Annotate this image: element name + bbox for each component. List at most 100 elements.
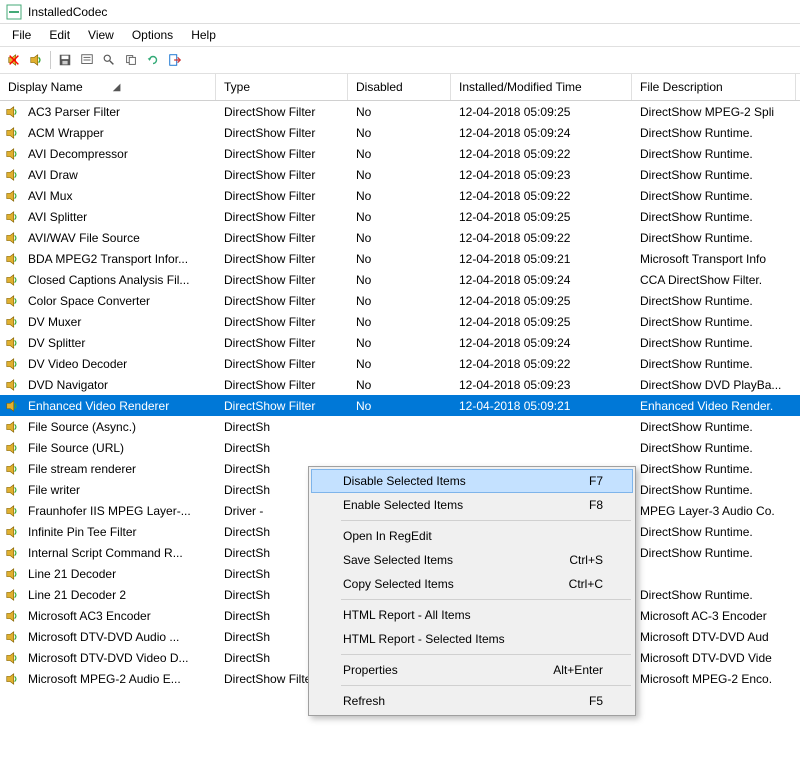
header-time[interactable]: Installed/Modified Time (451, 74, 632, 100)
cell-disabled: No (352, 252, 455, 266)
context-menu-item[interactable]: PropertiesAlt+Enter (311, 658, 633, 682)
cell-desc: DirectShow Runtime. (636, 210, 800, 224)
context-menu-item[interactable]: Copy Selected ItemsCtrl+C (311, 572, 633, 596)
cell-desc: DirectShow Runtime. (636, 231, 800, 245)
cell-name: File Source (URL) (24, 441, 220, 455)
header-display-name[interactable]: Display Name◢ (0, 74, 216, 100)
properties-icon[interactable] (77, 50, 97, 70)
speaker-icon (4, 104, 20, 120)
context-menu-item[interactable]: Refresh F5 (311, 689, 633, 713)
table-row[interactable]: AVI DecompressorDirectShow FilterNo12-04… (0, 143, 800, 164)
enable-icon[interactable] (26, 50, 46, 70)
context-menu-item[interactable]: Open In RegEdit (311, 524, 633, 548)
cell-time: 12-04-2018 05:09:25 (455, 210, 636, 224)
context-menu-item[interactable]: Disable Selected ItemsF7 (311, 469, 633, 493)
table-row[interactable]: AC3 Parser FilterDirectShow FilterNo12-0… (0, 101, 800, 122)
menubar: File Edit View Options Help (0, 24, 800, 46)
cell-name: AVI Mux (24, 189, 220, 203)
cell-time: 12-04-2018 05:09:25 (455, 294, 636, 308)
table-row[interactable]: BDA MPEG2 Transport Infor...DirectShow F… (0, 248, 800, 269)
cell-desc: Microsoft MPEG-2 Enco. (636, 672, 800, 686)
cell-desc: DirectShow Runtime. (636, 126, 800, 140)
cell-desc: DirectShow Runtime. (636, 441, 800, 455)
table-row[interactable]: AVI/WAV File SourceDirectShow FilterNo12… (0, 227, 800, 248)
cell-desc: Microsoft DTV-DVD Vide (636, 651, 800, 665)
app-title: InstalledCodec (28, 5, 107, 19)
table-row[interactable]: AVI SplitterDirectShow FilterNo12-04-201… (0, 206, 800, 227)
cell-type: DirectShow Filter (220, 210, 352, 224)
cell-type: DirectShow Filter (220, 231, 352, 245)
speaker-icon (4, 293, 20, 309)
cell-type: DirectSh (220, 420, 352, 434)
table-row[interactable]: File Source (URL)DirectShDirectShow Runt… (0, 437, 800, 458)
cell-type: DirectShow Filter (220, 105, 352, 119)
table-row[interactable]: Closed Captions Analysis Fil...DirectSho… (0, 269, 800, 290)
header-type[interactable]: Type (216, 74, 348, 100)
context-menu-item[interactable]: HTML Report - Selected Items (311, 627, 633, 651)
menu-edit[interactable]: Edit (41, 26, 78, 44)
context-menu-separator (341, 520, 631, 521)
table-row[interactable]: Enhanced Video RendererDirectShow Filter… (0, 395, 800, 416)
cell-name: BDA MPEG2 Transport Infor... (24, 252, 220, 266)
cell-name: Microsoft DTV-DVD Video D... (24, 651, 220, 665)
cell-desc: Microsoft Transport Info (636, 252, 800, 266)
toolbar-separator (50, 51, 51, 69)
table-row[interactable]: AVI MuxDirectShow FilterNo12-04-2018 05:… (0, 185, 800, 206)
table-row[interactable]: ACM WrapperDirectShow FilterNo12-04-2018… (0, 122, 800, 143)
copy-icon[interactable] (121, 50, 141, 70)
context-menu-label: Refresh (343, 694, 385, 708)
table-row[interactable]: Color Space ConverterDirectShow FilterNo… (0, 290, 800, 311)
speaker-icon (4, 671, 20, 687)
menu-options[interactable]: Options (124, 26, 181, 44)
context-menu-item[interactable]: Enable Selected ItemsF8 (311, 493, 633, 517)
context-menu-item[interactable]: Save Selected ItemsCtrl+S (311, 548, 633, 572)
table-row[interactable]: DV MuxerDirectShow FilterNo12-04-2018 05… (0, 311, 800, 332)
speaker-icon (4, 398, 20, 414)
menu-help[interactable]: Help (183, 26, 224, 44)
speaker-icon (4, 167, 20, 183)
context-menu-label: HTML Report - Selected Items (343, 632, 505, 646)
cell-time: 12-04-2018 05:09:23 (455, 378, 636, 392)
context-menu-item[interactable]: HTML Report - All Items (311, 603, 633, 627)
cell-name: Microsoft DTV-DVD Audio ... (24, 630, 220, 644)
disable-icon[interactable] (4, 50, 24, 70)
refresh-icon[interactable] (143, 50, 163, 70)
table-row[interactable]: AVI DrawDirectShow FilterNo12-04-2018 05… (0, 164, 800, 185)
table-row[interactable]: DV SplitterDirectShow FilterNo12-04-2018… (0, 332, 800, 353)
menu-file[interactable]: File (4, 26, 39, 44)
cell-desc: Microsoft AC-3 Encoder (636, 609, 800, 623)
cell-type: DirectShow Filter (220, 378, 352, 392)
cell-desc: DirectShow Runtime. (636, 147, 800, 161)
sort-arrow-icon: ◢ (113, 82, 121, 93)
speaker-icon (4, 272, 20, 288)
cell-desc: DirectShow Runtime. (636, 189, 800, 203)
table-row[interactable]: File Source (Async.)DirectShDirectShow R… (0, 416, 800, 437)
cell-name: Microsoft AC3 Encoder (24, 609, 220, 623)
cell-time: 12-04-2018 05:09:22 (455, 357, 636, 371)
cell-name: AVI/WAV File Source (24, 231, 220, 245)
cell-type: DirectShow Filter (220, 357, 352, 371)
cell-desc: DirectShow Runtime. (636, 315, 800, 329)
menu-view[interactable]: View (80, 26, 122, 44)
speaker-icon (4, 188, 20, 204)
cell-type: DirectShow Filter (220, 147, 352, 161)
speaker-icon (4, 251, 20, 267)
context-menu-shortcut: F5 (589, 694, 603, 708)
exit-icon[interactable] (165, 50, 185, 70)
header-disabled[interactable]: Disabled (348, 74, 451, 100)
context-menu-label: Enable Selected Items (343, 498, 463, 512)
header-description[interactable]: File Description (632, 74, 796, 100)
speaker-icon (4, 461, 20, 477)
find-icon[interactable] (99, 50, 119, 70)
save-icon[interactable] (55, 50, 75, 70)
speaker-icon (4, 146, 20, 162)
context-menu-label: Disable Selected Items (343, 474, 466, 488)
table-row[interactable]: DV Video DecoderDirectShow FilterNo12-04… (0, 353, 800, 374)
speaker-icon (4, 314, 20, 330)
cell-type: DirectShow Filter (220, 189, 352, 203)
toolbar (0, 46, 800, 74)
table-row[interactable]: DVD NavigatorDirectShow FilterNo12-04-20… (0, 374, 800, 395)
app-icon (6, 4, 22, 20)
cell-desc: MPEG Layer-3 Audio Co. (636, 504, 800, 518)
speaker-icon (4, 545, 20, 561)
